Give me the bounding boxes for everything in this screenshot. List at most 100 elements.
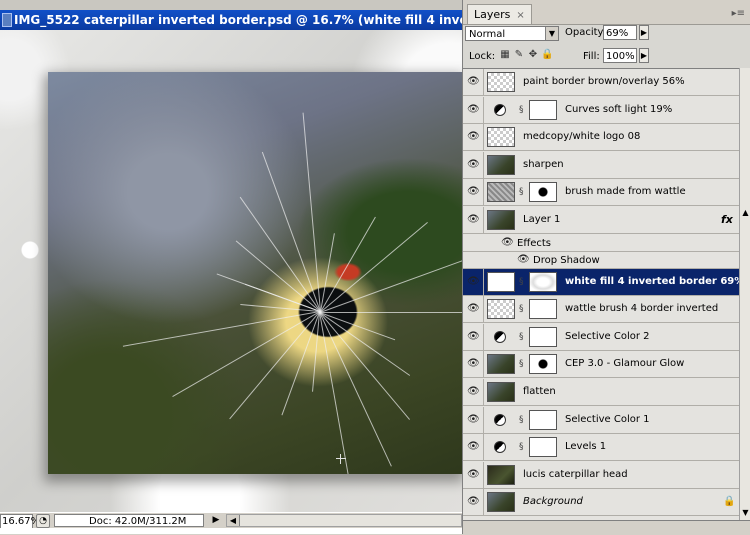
layer-row[interactable]: 👁 Background 🔒 (463, 489, 739, 517)
eye-icon[interactable]: 👁 (467, 186, 480, 198)
horizontal-scrollbar[interactable]: ◀ (226, 514, 462, 527)
layer-row[interactable]: 👁 § Selective Color 1 (463, 406, 739, 434)
layer-name[interactable]: wattle brush 4 border inverted (565, 296, 718, 322)
eye-icon[interactable]: 👁 (467, 214, 480, 226)
layer-name[interactable]: paint border brown/overlay 56% (523, 69, 685, 95)
link-icon[interactable]: § (519, 442, 525, 452)
fx-icon[interactable]: fx (721, 213, 733, 226)
eye-icon[interactable]: 👁 (467, 358, 480, 370)
layer-thumbnail[interactable] (487, 210, 515, 230)
layer-row[interactable]: 👁 § wattle brush 4 border inverted (463, 296, 739, 324)
document-title-bar[interactable]: IMG_5522 caterpillar inverted border.psd… (0, 10, 462, 30)
lock-transparent-icon[interactable]: ▦ (499, 49, 511, 61)
layer-thumbnail[interactable] (487, 154, 515, 175)
layer-row[interactable]: 👁 § Levels 1 (463, 434, 739, 462)
lock-image-icon[interactable]: ✎ (513, 49, 525, 61)
eye-icon[interactable]: 👁 (467, 441, 480, 453)
layer-name[interactable]: flatten (523, 379, 556, 405)
panel-menu-icon[interactable]: ▸≡ (732, 8, 745, 19)
eye-icon[interactable]: 👁 (467, 496, 480, 508)
zoom-field[interactable]: 16.67% (0, 514, 40, 529)
eye-icon[interactable]: 👁 (467, 303, 480, 315)
layer-mask-thumbnail[interactable] (529, 409, 557, 430)
layer-name[interactable]: Selective Color 1 (565, 407, 650, 433)
scroll-up-icon[interactable]: ▲ (740, 208, 750, 218)
chevron-down-icon[interactable]: ▼ (545, 27, 558, 40)
layer-name[interactable]: Curves soft light 19% (565, 97, 672, 123)
layer-thumbnail[interactable] (487, 354, 515, 375)
canvas-area[interactable] (0, 30, 462, 512)
link-icon[interactable]: § (519, 187, 525, 197)
scroll-left-icon[interactable]: ◀ (227, 515, 240, 526)
layer-mask-thumbnail[interactable] (529, 326, 557, 347)
layer-row[interactable]: 👁 § brush made from wattle (463, 179, 739, 207)
layer-thumbnail[interactable] (487, 127, 515, 148)
layer-name[interactable]: brush made from wattle (565, 179, 686, 205)
eye-icon[interactable]: 👁 (467, 386, 480, 398)
link-icon[interactable]: § (519, 277, 525, 287)
eye-icon[interactable]: 👁 (467, 76, 480, 88)
layer-name[interactable]: Background (523, 489, 583, 515)
fill-slider-button[interactable]: ▶ (639, 48, 649, 63)
layer-name[interactable]: lucis caterpillar head (523, 462, 628, 488)
layer-row[interactable]: 👁 flatten (463, 379, 739, 406)
layer-mask-thumbnail[interactable] (529, 354, 557, 375)
eye-icon[interactable]: 👁 (467, 104, 480, 116)
layer-thumbnail[interactable] (487, 492, 515, 513)
layer-mask-thumbnail[interactable] (529, 182, 557, 203)
eye-icon[interactable]: 👁 (467, 276, 480, 288)
eye-icon[interactable]: 👁 (467, 414, 480, 426)
tab-close-icon[interactable]: × (516, 10, 524, 21)
scroll-down-icon[interactable]: ▼ (740, 508, 750, 518)
eye-icon[interactable]: 👁 (517, 254, 530, 266)
lock-position-icon[interactable]: ✥ (527, 49, 539, 61)
eye-icon[interactable]: 👁 (467, 331, 480, 343)
eye-icon[interactable]: 👁 (467, 131, 480, 143)
layer-name[interactable]: medcopy/white logo 08 (523, 124, 640, 150)
tab-layers[interactable]: Layers × (467, 4, 532, 24)
layer-thumbnail[interactable] (487, 271, 515, 292)
effects-row[interactable]: 👁 Effects (463, 235, 739, 252)
blend-mode-select[interactable]: Normal ▼ (465, 26, 559, 41)
link-icon[interactable]: § (519, 415, 525, 425)
caterpillar-photo[interactable] (48, 72, 462, 474)
vertical-scrollbar[interactable]: ▲ ▼ (739, 68, 750, 520)
layer-mask-thumbnail[interactable] (529, 299, 557, 320)
layer-mask-thumbnail[interactable] (529, 99, 557, 120)
link-icon[interactable]: § (519, 359, 525, 369)
status-menu-arrow-icon[interactable]: ▶ (210, 514, 222, 527)
layer-row[interactable]: 👁 § CEP 3.0 - Glamour Glow (463, 351, 739, 379)
layer-thumbnail[interactable] (487, 182, 515, 203)
layer-thumbnail[interactable] (487, 299, 515, 320)
layer-row[interactable]: 👁 medcopy/white logo 08 (463, 124, 739, 152)
layer-thumbnail[interactable] (487, 382, 515, 402)
layer-thumbnail[interactable] (487, 464, 515, 485)
layer-row[interactable]: 👁 § Curves soft light 19% (463, 96, 739, 124)
link-icon[interactable]: § (519, 304, 525, 314)
link-icon[interactable]: § (519, 332, 525, 342)
layer-row[interactable]: 👁 lucis caterpillar head (463, 461, 739, 489)
layer-thumbnail[interactable] (487, 72, 515, 92)
layer-row[interactable]: 👁 sharpen (463, 151, 739, 179)
layer-name[interactable]: sharpen (523, 152, 564, 178)
drop-shadow-row[interactable]: 👁 Drop Shadow (463, 252, 739, 269)
layer-row[interactable]: 👁 Layer 1 fx (463, 207, 739, 234)
layer-row[interactable]: 👁 paint border brown/overlay 56% (463, 69, 739, 96)
layer-row[interactable]: 👁 § Selective Color 2 (463, 323, 739, 351)
layer-name[interactable]: Levels 1 (565, 434, 606, 460)
layer-name[interactable]: CEP 3.0 - Glamour Glow (565, 351, 684, 377)
opacity-slider-button[interactable]: ▶ (639, 25, 649, 40)
eye-icon[interactable]: 👁 (501, 237, 514, 249)
lock-all-icon[interactable]: 🔒 (541, 49, 553, 61)
link-icon[interactable]: § (519, 105, 525, 115)
fill-field[interactable]: 100% (603, 48, 637, 63)
eye-icon[interactable]: 👁 (467, 159, 480, 171)
opacity-field[interactable]: 69% (603, 25, 637, 40)
layer-name[interactable]: Selective Color 2 (565, 324, 650, 350)
status-preview-icon[interactable]: ◔ (36, 514, 50, 528)
eye-icon[interactable]: 👁 (467, 469, 480, 481)
layer-row[interactable]: 👁 § white fill 4 inverted border 69% (463, 268, 744, 296)
layer-name[interactable]: white fill 4 inverted border 69% (565, 269, 744, 295)
layer-mask-thumbnail[interactable] (529, 271, 557, 292)
layer-mask-thumbnail[interactable] (529, 437, 557, 458)
